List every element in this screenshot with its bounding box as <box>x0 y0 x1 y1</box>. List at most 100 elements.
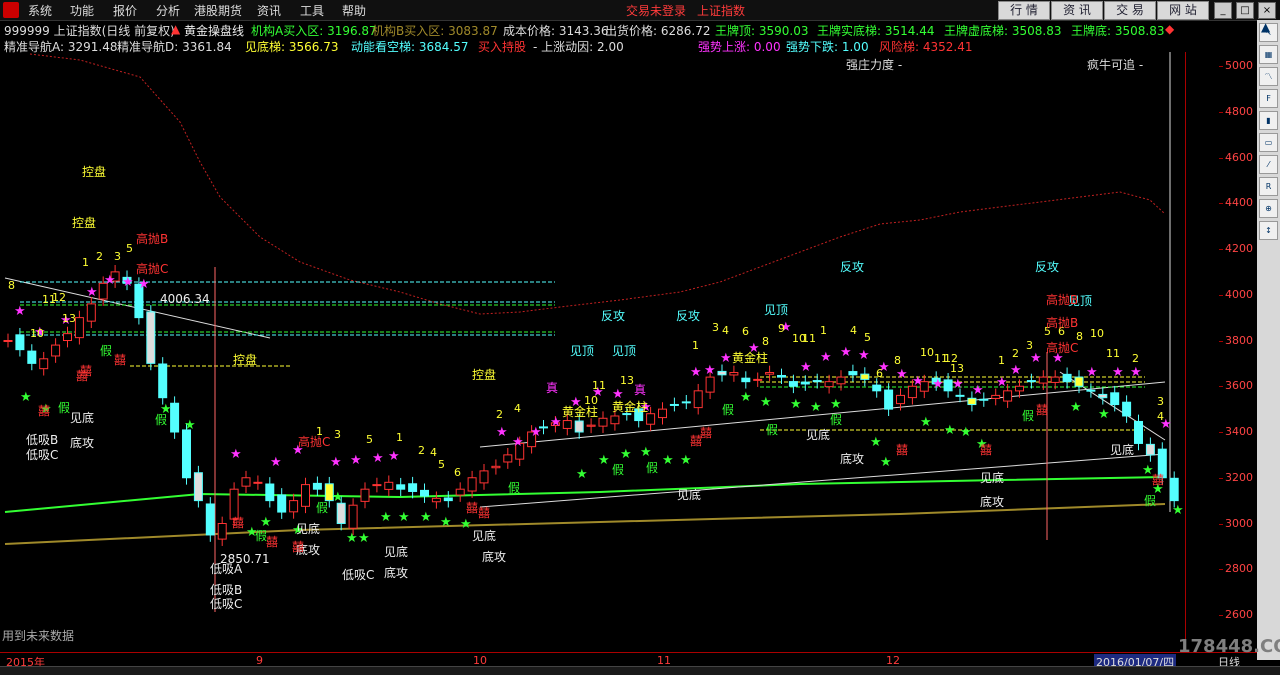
arrow-icon[interactable]: ↕ <box>1259 221 1278 240</box>
candlestick <box>1062 373 1072 383</box>
menu-analysis[interactable]: 分析 <box>156 2 180 19</box>
collapse-icon[interactable]: ◆ <box>1165 22 1174 36</box>
sell-star-marker: ★ <box>1070 400 1082 415</box>
menu-function[interactable]: 功能 <box>70 2 94 19</box>
candlestick <box>669 403 679 406</box>
minimize-icon[interactable]: _ <box>1214 2 1232 19</box>
menu-system[interactable]: 系统 <box>28 2 52 19</box>
fake-signal-label: 假 <box>100 344 112 358</box>
news-button[interactable]: 资 讯 <box>1051 1 1103 20</box>
candlestick <box>1038 376 1048 384</box>
sequence-number: 6 <box>454 466 461 479</box>
buy-signal-label: 囍 <box>980 443 992 457</box>
buy-star-marker: ★ <box>388 449 400 464</box>
chart-annotation-label: 真 <box>634 383 646 397</box>
buy-signal-label: 囍 <box>1036 403 1048 417</box>
sequence-number: 3 <box>712 321 719 334</box>
y-tick-label: 3400 <box>1225 425 1253 438</box>
maximize-icon[interactable]: □ <box>1236 2 1254 19</box>
candlestick <box>455 488 465 496</box>
kline-chart-svg[interactable]: ★★★★★ ★ ★★★★★ ★ ★ ★★★★★★★ ★★★ ★★★★★★ ★ ★★ ★ ★ ★ ★ ★★★★… <box>0 52 1223 652</box>
right-toolbar: ▲ ↖ ▦ 〽 F ▮ ▭ ⁄ R ⊕ ↕ <box>1257 20 1280 660</box>
candlestick <box>658 408 667 419</box>
candlestick <box>431 497 441 503</box>
candlestick <box>312 482 322 490</box>
candlestick <box>241 477 251 487</box>
candlestick <box>824 381 834 388</box>
buy-star-marker: ★ <box>690 365 702 380</box>
menu-news[interactable]: 资讯 <box>257 2 281 19</box>
sequence-number: 2 <box>418 444 425 457</box>
website-button[interactable]: 网 站 <box>1157 1 1209 20</box>
buy-star-marker: ★ <box>1010 363 1022 378</box>
fake-signal-label: 假 <box>508 481 520 495</box>
line-icon[interactable]: ⁄ <box>1259 155 1278 174</box>
sell-star-marker: ★ <box>680 453 692 468</box>
y-tick-mark <box>1219 66 1223 67</box>
quote-button[interactable]: 行 情 <box>998 1 1050 20</box>
zoom-icon[interactable]: ⊕ <box>1259 199 1278 218</box>
y-tick-mark <box>1219 111 1223 113</box>
buy-star-marker: ★ <box>720 351 732 366</box>
f10-icon[interactable]: F <box>1259 89 1278 108</box>
kline-chart[interactable]: ★ ★ ★ ★ ★ ★ ★ ★ ★ ★ ★ ★ ★ ★ ★ ★ ★ ★ ★ ★ ★ ★ ★ ★ ★ ★ ★ ★ ★ ★ ★ ★ ★ ★ ★ ★ ★ ★ ★ ★… <box>0 52 1223 652</box>
candlestick <box>1122 401 1132 417</box>
buy-star-marker: ★ <box>1130 365 1142 380</box>
sequence-number: 1 <box>692 339 699 352</box>
y-tick-label: 4800 <box>1225 104 1253 118</box>
sequence-number: 2 <box>1132 352 1139 365</box>
login-status[interactable]: 交易未登录 <box>626 2 686 19</box>
chart-annotation-label: 见底 <box>806 427 830 442</box>
chart-annotation-label: 反攻 <box>1035 260 1059 274</box>
sell-star-marker: ★ <box>944 423 956 438</box>
scroll-up-icon[interactable]: ▲ <box>1261 20 1270 34</box>
candle-icon[interactable]: ▮ <box>1259 111 1278 130</box>
sequence-number: 10 <box>1090 327 1104 340</box>
sequence-number: 6 <box>876 367 883 380</box>
chart-annotation-label: 高抛B <box>1046 292 1078 307</box>
candlestick <box>289 500 299 513</box>
sequence-number: 3 <box>1026 339 1033 352</box>
candlestick <box>610 415 620 425</box>
candlestick <box>265 483 275 502</box>
y-tick-mark <box>1219 523 1223 525</box>
candlestick <box>396 484 406 490</box>
grid-icon[interactable]: ▦ <box>1259 45 1278 64</box>
y-tick-mark <box>1219 432 1223 433</box>
candlestick <box>1110 392 1120 406</box>
trade-button[interactable]: 交 易 <box>1104 1 1156 20</box>
menu-quote[interactable]: 报价 <box>113 2 137 19</box>
buy-signal-label: 囍 <box>292 540 304 554</box>
candlestick <box>574 420 584 433</box>
sell-star-marker: ★ <box>920 415 932 430</box>
chart-annotation-label: 高抛C <box>1046 340 1078 355</box>
app-logo-icon[interactable] <box>3 2 19 18</box>
sell-star-marker: ★ <box>620 447 632 462</box>
y-tick-mark <box>1219 294 1223 296</box>
rsi-icon[interactable]: R <box>1259 177 1278 196</box>
sell-star-marker: ★ <box>740 390 752 405</box>
y-axis-line <box>1185 52 1186 652</box>
close-icon[interactable]: × <box>1258 2 1276 19</box>
candlestick <box>729 372 739 376</box>
fake-signal-label: 假 <box>646 461 658 475</box>
buy-signal-label: 囍 <box>478 506 490 520</box>
chart-icon[interactable]: 〽 <box>1259 67 1278 86</box>
chart-annotation-label: 底攻 <box>384 565 408 580</box>
sequence-number: 3 <box>334 428 341 441</box>
chart-annotation-label: 见底 <box>677 487 701 502</box>
candlestick <box>753 378 763 381</box>
sequence-number: 1 <box>820 324 827 337</box>
candlestick <box>408 483 418 492</box>
inst-a-value: 机构A买入区: 3196.87 <box>251 24 377 38</box>
chart-annotation-label: 控盘 <box>233 352 257 367</box>
menu-help[interactable]: 帮助 <box>342 2 366 19</box>
chart-annotation-label: 见底 <box>70 410 94 425</box>
menu-tools[interactable]: 工具 <box>300 2 324 19</box>
menu-hk-futures[interactable]: 港股期货 <box>194 2 242 19</box>
bar-icon[interactable]: ▭ <box>1259 133 1278 152</box>
sell-star-marker: ★ <box>358 531 370 546</box>
sell-star-marker: ★ <box>440 515 452 530</box>
buy-star-marker: ★ <box>820 350 832 365</box>
y-tick-mark <box>1219 477 1223 479</box>
